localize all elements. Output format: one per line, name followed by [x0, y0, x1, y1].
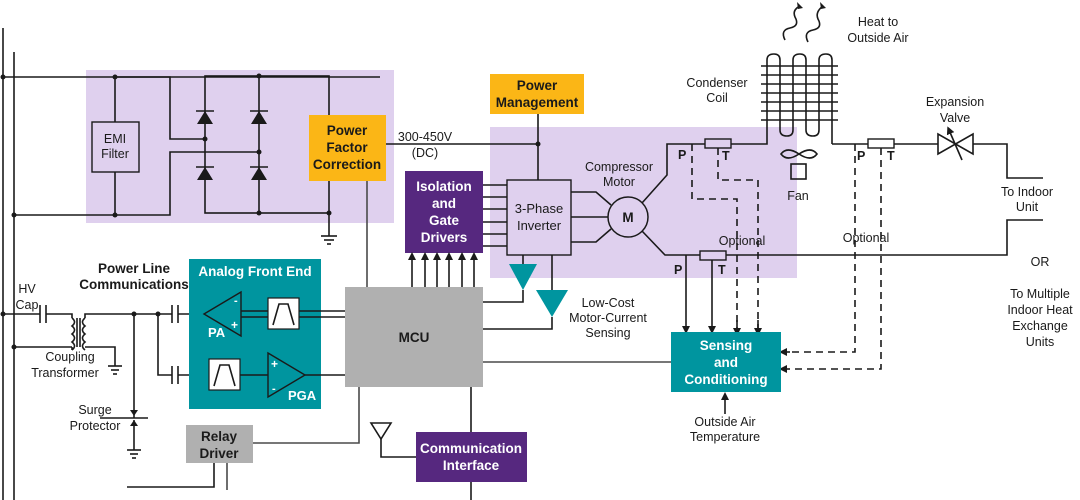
svg-text:3-Phase: 3-Phase	[515, 201, 563, 216]
svg-text:Valve: Valve	[940, 111, 970, 125]
plc-title: Power Line	[98, 261, 171, 276]
svg-text:Temperature: Temperature	[690, 430, 760, 444]
svg-text:Cap: Cap	[16, 298, 39, 312]
expansion-valve-icon	[937, 126, 974, 161]
svg-text:Exchange: Exchange	[1012, 319, 1068, 333]
svg-text:Outside Air: Outside Air	[847, 31, 908, 45]
svg-text:T: T	[718, 263, 726, 277]
dc-bus-label: 300-450V	[398, 130, 453, 144]
svg-text:Protector: Protector	[70, 419, 121, 433]
surge-protector-label: Surge	[78, 403, 111, 417]
hv-cap-label: HV	[18, 282, 36, 296]
current-sense-amp-icon	[536, 290, 568, 317]
svg-text:Units: Units	[1026, 335, 1054, 349]
capacitor-icon	[171, 305, 179, 323]
power-management-block: Power Management	[490, 74, 584, 114]
compressor-motor-label: Compressor	[585, 160, 653, 174]
svg-text:MCU: MCU	[399, 330, 430, 345]
heat-out-label: Heat to	[858, 15, 898, 29]
mcu-block: MCU	[345, 287, 483, 387]
heat-wave-icon	[782, 2, 826, 43]
svg-text:and: and	[432, 196, 456, 211]
outside-air-temp-label: Outside Air	[694, 415, 755, 429]
emi-filter-label: EMI	[104, 132, 126, 146]
ground-icon	[108, 365, 122, 375]
svg-text:T: T	[722, 149, 730, 163]
communication-interface-block: Communication Interface	[416, 432, 527, 482]
svg-text:+: +	[271, 357, 278, 371]
svg-text:Sensing: Sensing	[700, 338, 753, 353]
svg-text:-: -	[272, 383, 276, 395]
svg-text:(DC): (DC)	[412, 146, 438, 160]
antenna-icon	[369, 422, 393, 441]
relay-driver-block: Relay Driver	[186, 425, 253, 463]
pga-label: PGA	[288, 388, 317, 403]
ground-icon	[321, 235, 337, 245]
svg-text:Power: Power	[327, 123, 368, 138]
svg-text:Power: Power	[517, 78, 558, 93]
isolation-gate-drivers-block: Isolation and Gate Drivers	[405, 171, 483, 253]
svg-text:Filter: Filter	[101, 147, 129, 161]
svg-text:Coil: Coil	[706, 91, 728, 105]
svg-text:Unit: Unit	[1016, 200, 1039, 214]
plc-coupling-circuit	[0, 305, 209, 459]
svg-text:P: P	[674, 263, 682, 277]
analog-front-end-block: Analog Front End - + PA + - PGA	[189, 259, 321, 409]
or-label: OR	[1031, 255, 1050, 269]
pa-label: PA	[208, 325, 226, 340]
coupling-transformer-label: Coupling	[45, 350, 94, 364]
svg-text:-: -	[234, 295, 238, 307]
svg-text:Inverter: Inverter	[517, 218, 562, 233]
fan-label: Fan	[787, 189, 809, 203]
svg-text:Management: Management	[496, 95, 579, 110]
sensing-conditioning-block: Sensing and Conditioning	[671, 332, 781, 392]
svg-text:T: T	[887, 149, 895, 163]
svg-text:Correction: Correction	[313, 157, 381, 172]
capacitor-icon	[171, 366, 179, 384]
svg-text:Driver: Driver	[199, 446, 239, 461]
svg-text:Relay: Relay	[201, 429, 238, 444]
svg-text:Indoor Heat: Indoor Heat	[1007, 303, 1073, 317]
svg-text:Communications: Communications	[79, 277, 189, 292]
svg-text:Factor: Factor	[326, 140, 368, 155]
to-multiple-label: To Multiple	[1010, 287, 1070, 301]
expansion-valve-label: Expansion	[926, 95, 984, 109]
optional-label: Optional	[843, 231, 890, 245]
power-factor-correction-block: Power Factor Correction	[309, 115, 386, 181]
svg-text:Communication: Communication	[420, 441, 522, 456]
coupling-transformer-icon	[70, 317, 87, 351]
svg-text:P: P	[857, 149, 865, 163]
svg-text:Isolation: Isolation	[416, 179, 472, 194]
hvac-outdoor-unit-block-diagram: EMI Filter Power Factor Correction 300-4…	[0, 2, 1073, 500]
svg-text:Gate: Gate	[429, 213, 460, 228]
to-indoor-label: To Indoor	[1001, 185, 1053, 199]
svg-text:Drivers: Drivers	[421, 230, 468, 245]
svg-text:Interface: Interface	[443, 458, 500, 473]
svg-text:P: P	[678, 148, 686, 162]
svg-text:Motor: Motor	[603, 175, 635, 189]
capacitor-icon	[39, 305, 47, 323]
three-phase-inverter-block: 3-Phase Inverter	[506, 179, 572, 256]
svg-text:M: M	[622, 210, 633, 225]
svg-text:+: +	[231, 318, 238, 332]
condenser-coil-label: Condenser	[686, 76, 747, 90]
svg-text:Transformer: Transformer	[31, 366, 99, 380]
optional-label: Optional	[719, 234, 766, 248]
ground-icon	[127, 449, 141, 459]
current-sensing-label: Low-Cost	[582, 296, 635, 310]
svg-text:Analog Front End: Analog Front End	[198, 264, 311, 279]
svg-text:Motor-Current: Motor-Current	[569, 311, 647, 325]
svg-text:Sensing: Sensing	[585, 326, 630, 340]
mcu-pwm-arrows	[408, 252, 478, 287]
svg-text:Conditioning: Conditioning	[684, 372, 767, 387]
svg-text:and: and	[714, 355, 738, 370]
